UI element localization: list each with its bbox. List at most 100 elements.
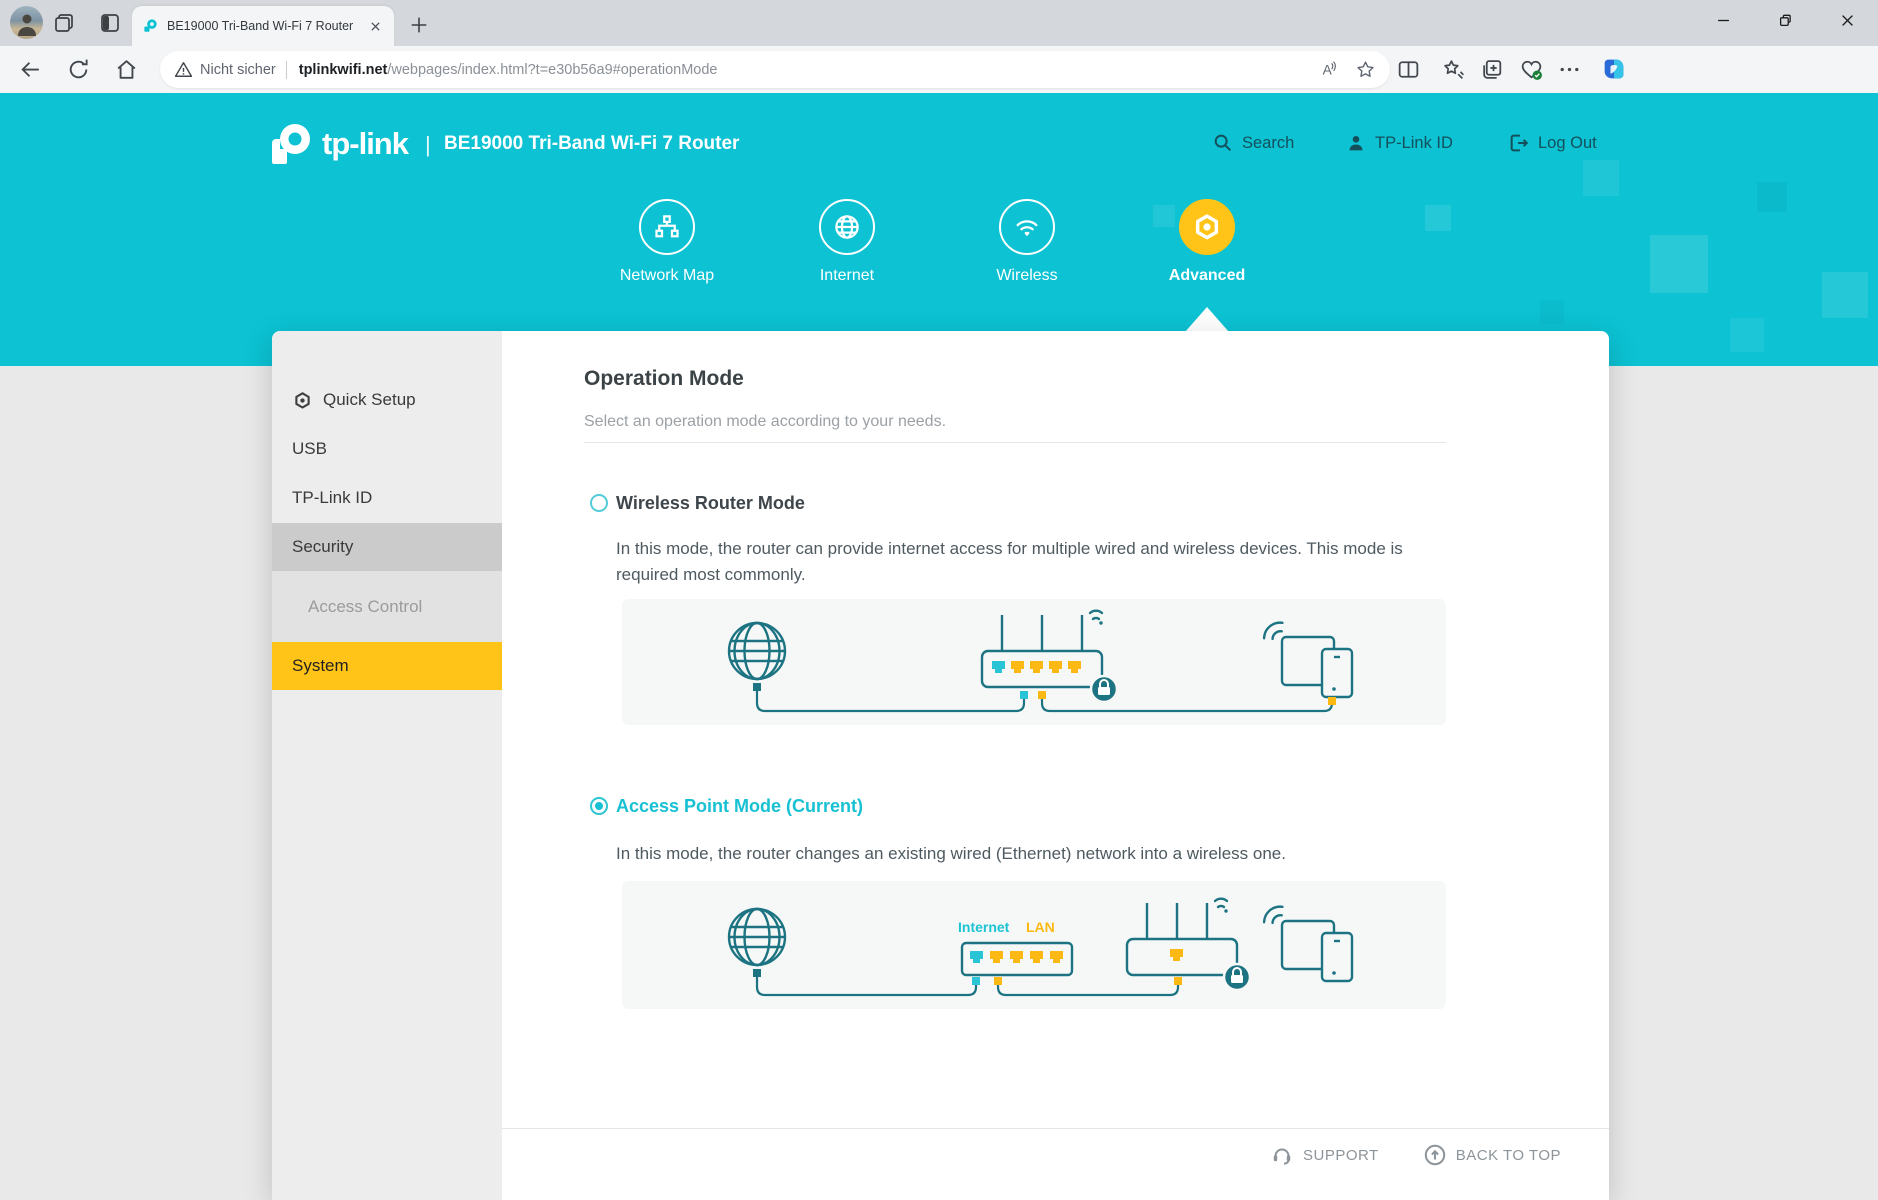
split-screen-icon[interactable]	[1396, 57, 1421, 82]
url-path[interactable]: /webpages/index.html?t=e30b56a9#operatio…	[387, 62, 717, 78]
nav-label: Advanced	[1168, 267, 1246, 284]
address-bar[interactable]: Nicht sicher tplinkwifi.net/webpages/ind…	[160, 51, 1390, 88]
sidebar-item-label: Security	[292, 537, 354, 556]
person-photo-icon	[18, 14, 36, 36]
brand-name: tp-link	[322, 126, 409, 161]
sidebar-item-access-control[interactable]: Access Control	[272, 571, 502, 642]
advanced-panel: Quick Setup USB TP-Link ID Security Acce…	[272, 331, 1609, 1200]
tplink-id-button[interactable]: TP-Link ID	[1345, 132, 1453, 154]
workspaces-icon[interactable]	[52, 11, 76, 35]
back-to-top-label: BACK TO TOP	[1455, 1146, 1561, 1164]
tplink-id-label: TP-Link ID	[1375, 133, 1453, 152]
browser-window: BE19000 Tri-Band Wi-Fi 7 Router Nicht si…	[0, 0, 1878, 1200]
sidebar-item-quick-setup[interactable]: Quick Setup	[272, 376, 502, 424]
divider	[584, 442, 1446, 443]
sidebar-item-label: USB	[292, 439, 327, 458]
favorites-hub-icon[interactable]	[1441, 57, 1466, 82]
read-aloud-icon[interactable]: A	[1319, 59, 1341, 81]
logout-button[interactable]: Log Out	[1508, 132, 1597, 154]
restore-icon[interactable]	[1754, 0, 1816, 40]
close-window-icon[interactable]	[1816, 0, 1878, 40]
router-mode-illustration	[727, 609, 1354, 713]
tplink-favicon	[144, 18, 157, 32]
app-header: tp-link | BE19000 Tri-Band Wi-Fi 7 Route…	[0, 93, 1878, 366]
sidebar-item-label: TP-Link ID	[292, 488, 373, 507]
window-controls	[1692, 0, 1878, 40]
support-label: SUPPORT	[1302, 1146, 1379, 1164]
brand-separator: |	[425, 132, 431, 157]
browser-profile-avatar[interactable]	[10, 6, 43, 39]
decoration	[1822, 272, 1868, 318]
decoration	[1425, 205, 1451, 231]
browser-toolbar: Nicht sicher tplinkwifi.net/webpages/ind…	[0, 46, 1878, 93]
decoration	[1730, 318, 1764, 352]
tab-strip: BE19000 Tri-Band Wi-Fi 7 Router	[0, 0, 1878, 46]
sidebar-item-security[interactable]: Security	[272, 523, 502, 571]
main-content: Operation Mode Select an operation mode …	[502, 331, 1609, 1200]
radio-access-point-mode[interactable]	[590, 797, 608, 815]
logout-icon	[1510, 134, 1529, 152]
mode-description: In this mode, the router can provide int…	[616, 539, 1403, 584]
nav-label: Network Map	[619, 267, 715, 284]
back-to-top-button[interactable]: BACK TO TOP	[1423, 1143, 1561, 1167]
radio-wireless-router-mode[interactable]	[590, 494, 608, 512]
collections-icon[interactable]	[1480, 57, 1505, 82]
favorite-star-icon[interactable]	[1355, 59, 1376, 80]
reload-icon[interactable]	[66, 57, 91, 82]
home-icon[interactable]	[114, 57, 139, 82]
not-secure-warning-icon[interactable]	[174, 60, 193, 79]
search-icon	[1214, 134, 1232, 152]
logout-label: Log Out	[1538, 133, 1597, 152]
nav-network-map[interactable]: Network Map	[587, 199, 747, 285]
sidebar-item-system[interactable]: System	[272, 642, 502, 690]
mode-label-wireless-router[interactable]: Wireless Router Mode	[616, 493, 805, 514]
diagram-lan-label: LAN	[1026, 919, 1055, 935]
sidebar-item-usb[interactable]: USB	[272, 425, 502, 473]
internet-globe-icon	[835, 215, 859, 239]
support-button[interactable]: SUPPORT	[1270, 1143, 1379, 1167]
new-tab-icon[interactable]	[408, 14, 430, 36]
quick-setup-gear-icon	[292, 390, 313, 411]
support-headset-icon	[1273, 1148, 1291, 1165]
footer-divider	[502, 1128, 1609, 1129]
nav-label: Wireless	[996, 267, 1058, 284]
wireless-router-mode-diagram	[622, 599, 1446, 725]
tab-close-icon[interactable]	[366, 17, 384, 35]
security-label[interactable]: Nicht sicher	[200, 62, 276, 78]
nav-advanced[interactable]: Advanced	[1127, 199, 1287, 285]
tplink-logo	[272, 124, 310, 164]
copilot-icon[interactable]	[1600, 55, 1628, 83]
panel-notch	[1185, 307, 1229, 332]
nav-label: Internet	[819, 267, 875, 284]
tab-title: BE19000 Tri-Band Wi-Fi 7 Router	[167, 19, 354, 33]
nav-wireless[interactable]: Wireless	[947, 199, 1107, 285]
svg-text:A: A	[1323, 62, 1333, 77]
sidebar-item-label: System	[292, 656, 349, 675]
vertical-tabs-icon[interactable]	[98, 11, 122, 35]
url-host[interactable]: tplinkwifi.net	[299, 62, 388, 78]
browser-tab[interactable]: BE19000 Tri-Band Wi-Fi 7 Router	[132, 6, 394, 46]
device-title: BE19000 Tri-Band Wi-Fi 7 Router	[444, 133, 740, 154]
minimize-icon[interactable]	[1692, 0, 1754, 40]
wifi-icon	[1016, 220, 1038, 236]
sidebar-item-label: Access Control	[308, 596, 423, 616]
decoration	[1757, 182, 1787, 212]
back-icon[interactable]	[18, 57, 43, 82]
access-point-mode-diagram: Internet LAN	[622, 881, 1446, 1009]
sidebar-submenu: Access Control	[272, 571, 502, 642]
page-subtitle: Select an operation mode according to yo…	[584, 413, 947, 430]
content-footer: SUPPORT BACK TO TOP	[1270, 1143, 1561, 1167]
advanced-gear-icon	[1195, 214, 1219, 240]
settings-more-icon[interactable]	[1557, 57, 1582, 82]
decoration	[1650, 235, 1708, 293]
network-map-icon	[655, 215, 679, 238]
sidebar-item-tplink-id[interactable]: TP-Link ID	[272, 474, 502, 522]
sidebar-item-label: Quick Setup	[323, 390, 416, 409]
browser-essentials-icon[interactable]	[1519, 57, 1544, 82]
mode-label-access-point[interactable]: Access Point Mode (Current)	[616, 796, 863, 817]
nav-internet[interactable]: Internet	[767, 199, 927, 285]
diagram-internet-label: Internet	[958, 919, 1010, 935]
search-button[interactable]: Search	[1212, 132, 1294, 154]
decoration	[1540, 300, 1564, 324]
access-point-illustration	[727, 897, 1354, 997]
